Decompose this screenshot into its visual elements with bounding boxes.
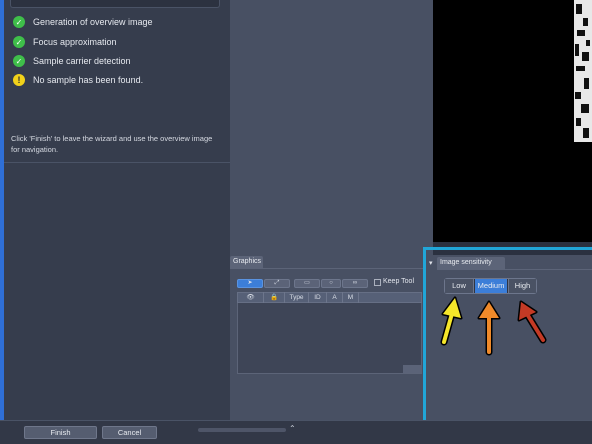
lock-column[interactable]: 🔒: [264, 292, 285, 303]
column-header-id[interactable]: ID: [309, 292, 327, 303]
highlight-frame: [423, 247, 592, 430]
overview-image: [574, 0, 592, 142]
lock-icon: 🔒: [269, 294, 279, 301]
check-icon: ✓: [13, 55, 25, 67]
wizard-step-overview: ✓ Generation of overview image: [13, 15, 153, 29]
wizard-step-label: Focus approximation: [33, 37, 117, 47]
sensitivity-low-button[interactable]: Low: [445, 279, 474, 293]
check-icon: ✓: [13, 16, 25, 28]
table-scrollbar[interactable]: [403, 365, 421, 373]
chevron-up-icon[interactable]: ⌃: [289, 424, 296, 433]
sensitivity-high-button[interactable]: High: [508, 279, 536, 293]
chevron-down-icon[interactable]: ▾: [429, 259, 433, 267]
check-icon: ✓: [13, 36, 25, 48]
select-move-icon: ⤢: [274, 280, 280, 286]
cancel-button[interactable]: Cancel: [102, 426, 157, 439]
eye-icon: 👁: [246, 294, 255, 301]
column-header-m[interactable]: M: [343, 292, 359, 303]
wizard-step-label: Sample carrier detection: [33, 56, 131, 66]
rectangle-icon: ▭: [304, 280, 310, 286]
circle-icon: ○: [329, 280, 333, 286]
rectangle-tool-button[interactable]: ▭: [294, 279, 320, 288]
select-tool-button[interactable]: ⤢: [264, 279, 290, 288]
graphics-table-body[interactable]: [237, 303, 422, 374]
curve-icon: ∞: [352, 280, 358, 286]
curve-tool-button[interactable]: ∞: [342, 279, 368, 288]
warning-icon: !: [13, 74, 25, 86]
keep-tool-checkbox[interactable]: [374, 279, 381, 286]
wizard-top-bar: [10, 0, 220, 8]
divider: [4, 162, 230, 163]
cursor-arrow-icon: ➤: [247, 280, 253, 286]
tab-underline: [437, 269, 592, 270]
tab-graphics[interactable]: Graphics: [230, 256, 263, 268]
visibility-column[interactable]: 👁: [238, 292, 264, 303]
finish-button[interactable]: Finish: [24, 426, 97, 439]
wizard-step-sample: ! No sample has been found.: [13, 73, 143, 87]
wizard-step-focus: ✓ Focus approximation: [13, 35, 117, 49]
wizard-step-label: Generation of overview image: [33, 17, 153, 27]
wizard-step-carrier: ✓ Sample carrier detection: [13, 54, 131, 68]
wizard-step-label: No sample has been found.: [33, 75, 144, 85]
column-header-a[interactable]: A: [327, 292, 343, 303]
tab-image-sensitivity[interactable]: Image sensitivity: [437, 257, 505, 269]
finish-hint-text: Click 'Finish' to leave the wizard and u…: [11, 134, 213, 154]
pointer-tool-button[interactable]: ➤: [237, 279, 263, 288]
circle-tool-button[interactable]: ○: [321, 279, 341, 288]
overview-image-view[interactable]: [433, 0, 592, 242]
column-header-type[interactable]: Type: [285, 292, 309, 303]
horizontal-scrollbar[interactable]: [198, 428, 286, 432]
sensitivity-medium-button[interactable]: Medium: [475, 279, 507, 293]
keep-tool-label: Keep Tool: [383, 278, 415, 285]
